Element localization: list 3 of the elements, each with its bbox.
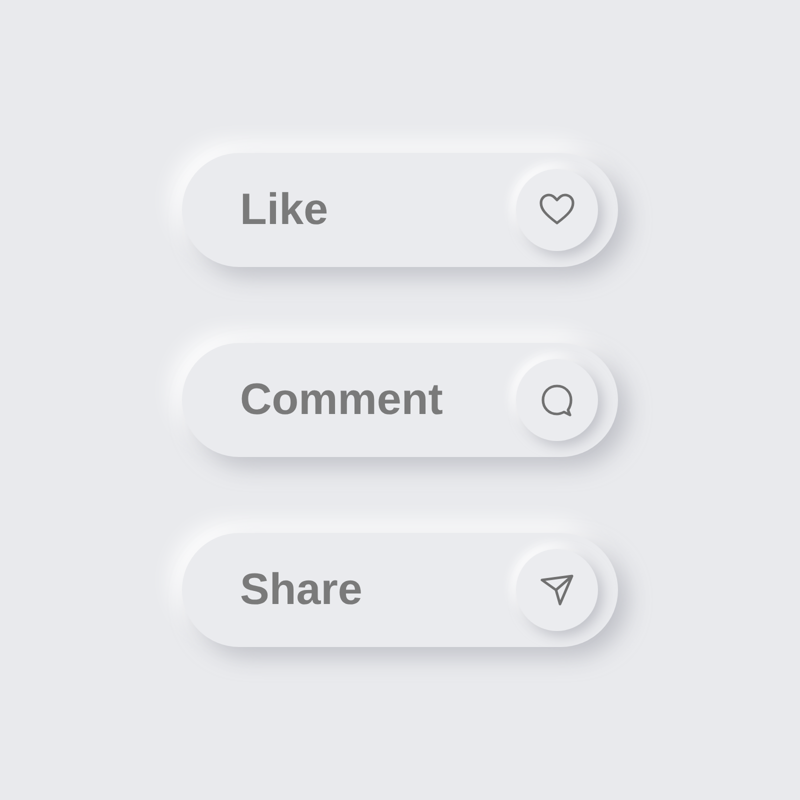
action-button[interactable]: Like [182,153,618,267]
action-button[interactable]: Share [182,533,618,647]
action-button[interactable]: Comment [182,343,618,457]
